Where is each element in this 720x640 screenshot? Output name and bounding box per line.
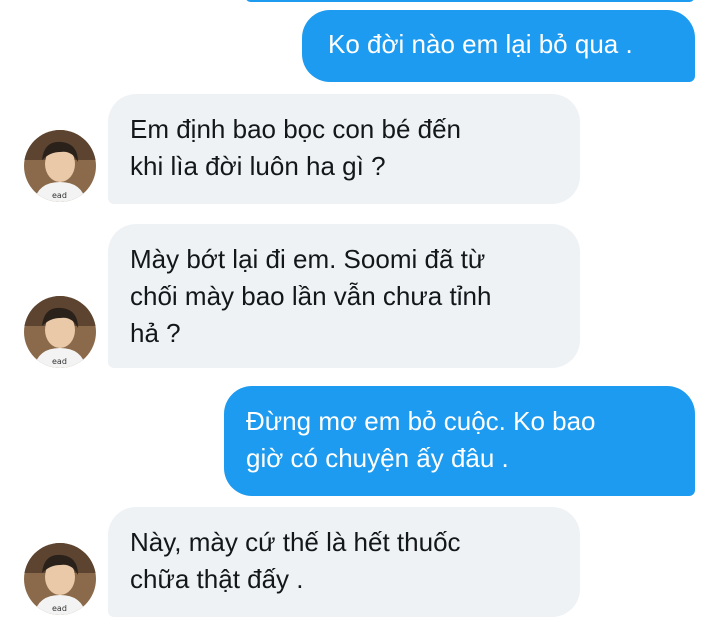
outgoing-message-bubble[interactable]: Đừng mơ em bỏ cuộc. Ko bao giờ có chuyện… (224, 386, 695, 496)
incoming-message-bubble[interactable]: Mày bớt lại đi em. Soomi đã từ chối mày … (108, 224, 580, 368)
profile-photo-icon: ead (24, 296, 96, 368)
previous-message-bubble-edge (245, 0, 695, 2)
svg-text:ead: ead (52, 357, 67, 366)
incoming-message-bubble[interactable]: Này, mày cứ thế là hết thuốc chữa thật đ… (108, 507, 580, 617)
profile-photo-icon: ead (24, 543, 96, 615)
contact-avatar[interactable]: ead (24, 130, 96, 202)
svg-text:ead: ead (52, 191, 67, 200)
outgoing-message-bubble[interactable]: Ko đời nào em lại bỏ qua . (302, 10, 695, 82)
contact-avatar[interactable]: ead (24, 296, 96, 368)
incoming-message-bubble[interactable]: Em định bao bọc con bé đến khi lìa đời l… (108, 94, 580, 204)
profile-photo-icon: ead (24, 130, 96, 202)
svg-text:ead: ead (52, 604, 67, 613)
contact-avatar[interactable]: ead (24, 543, 96, 615)
